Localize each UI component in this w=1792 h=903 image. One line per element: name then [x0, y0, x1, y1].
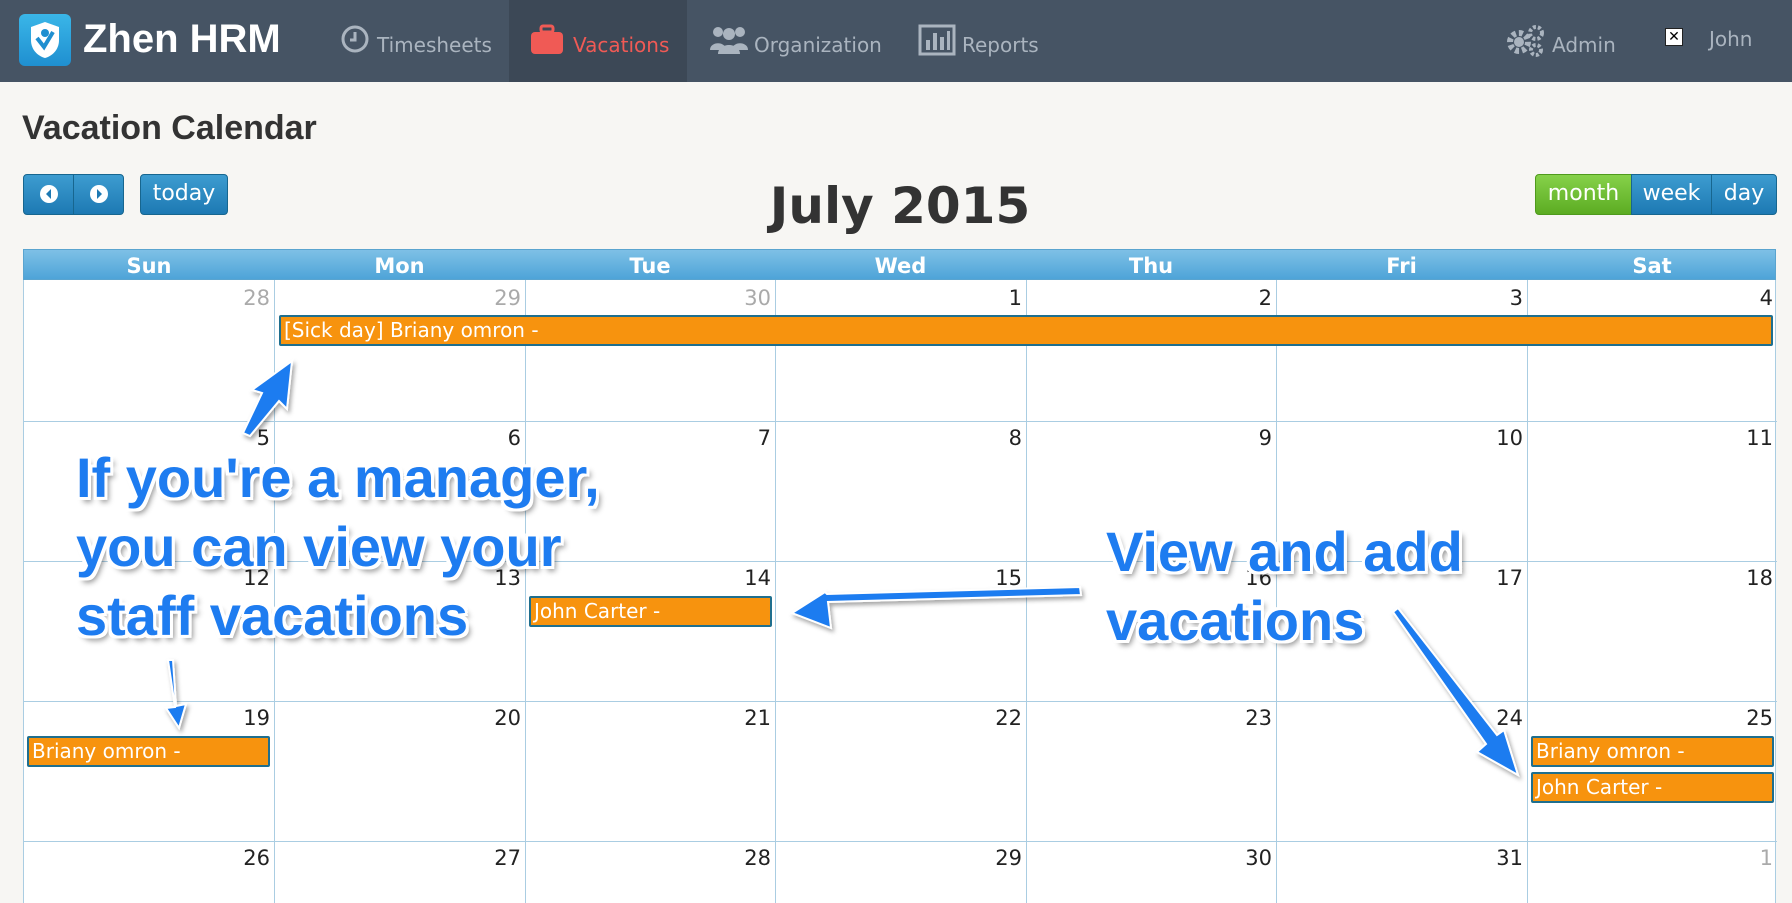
callout-line: vacations: [1106, 589, 1365, 652]
callout-line: you can view your: [76, 515, 562, 578]
arrow-to-week4-event: [164, 659, 188, 731]
callout-line: If you're a manager,: [76, 446, 600, 509]
callout-line: staff vacations: [76, 584, 469, 647]
callout-line: View and add: [1106, 520, 1463, 583]
arrow-to-sick-day-event: [241, 358, 294, 438]
arrow-to-john-carter-event: [789, 585, 1083, 630]
view-add-callout: View and add vacations: [1106, 517, 1463, 655]
manager-callout: If you're a manager, you can view your s…: [76, 443, 600, 650]
